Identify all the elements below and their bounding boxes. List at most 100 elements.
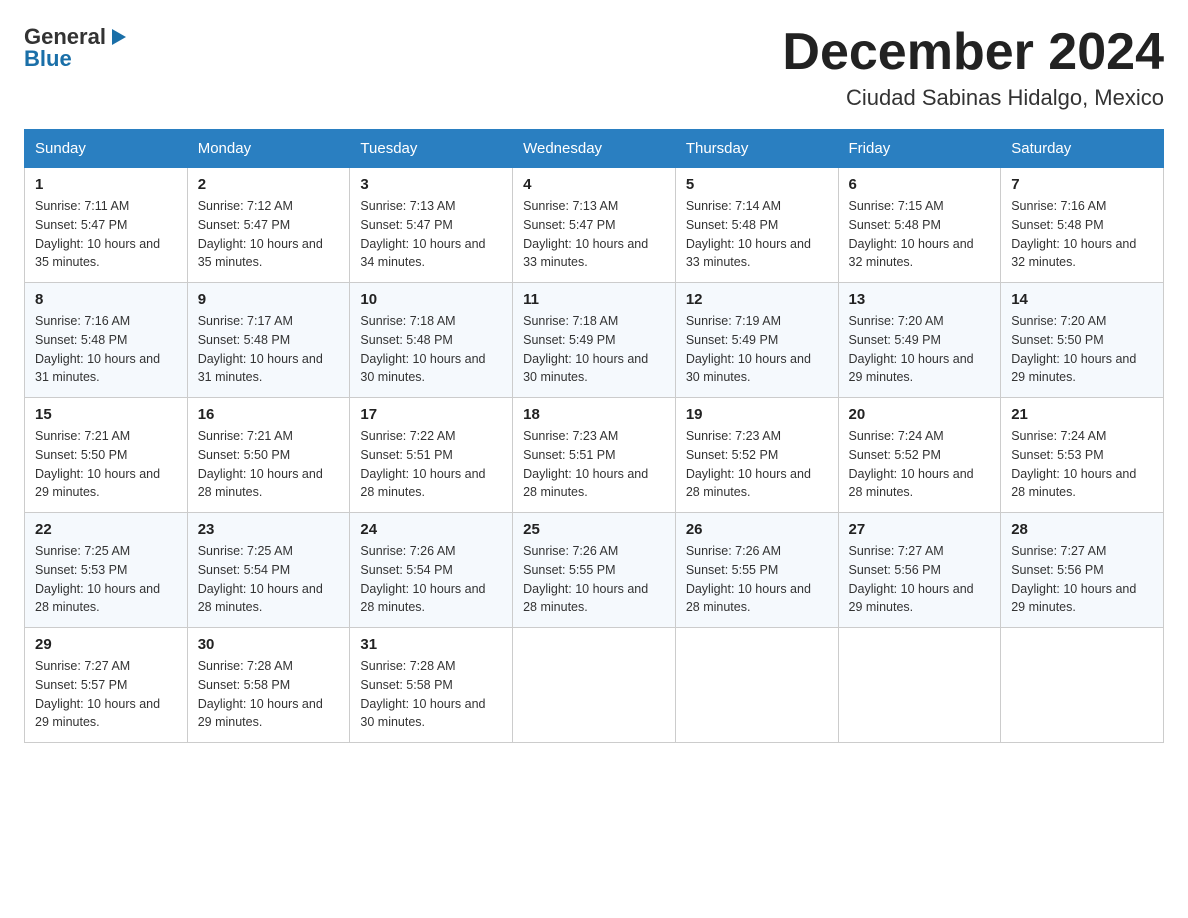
calendar-cell: 27Sunrise: 7:27 AMSunset: 5:56 PMDayligh… [838,513,1001,628]
day-info: Sunrise: 7:19 AMSunset: 5:49 PMDaylight:… [686,312,828,387]
day-info: Sunrise: 7:23 AMSunset: 5:51 PMDaylight:… [523,427,665,502]
day-info: Sunrise: 7:12 AMSunset: 5:47 PMDaylight:… [198,197,340,272]
day-number: 18 [523,406,665,423]
logo-blue: Blue [24,46,72,72]
day-number: 31 [360,636,502,653]
calendar-cell: 8 Sunrise: 7:16 AMSunset: 5:48 PMDaylight… [25,283,188,398]
calendar-cell: 13 Sunrise: 7:20 AMSunset: 5:49 PMDayligh… [838,283,1001,398]
calendar-cell: 25 Sunrise: 7:26 AMSunset: 5:55 PMDayligh… [513,513,676,628]
day-number: 16 [198,406,340,423]
month-title: December 2024 [782,24,1164,81]
day-number: 24 [360,521,502,538]
calendar-cell: 29 Sunrise: 7:27 AMSunset: 5:57 PMDayligh… [25,628,188,743]
title-area: December 2024 Ciudad Sabinas Hidalgo, Me… [782,24,1164,111]
day-info: Sunrise: 7:26 AMSunset: 5:55 PMDaylight:… [523,542,665,617]
col-header-thursday: Thursday [675,130,838,168]
calendar-cell: 1Sunrise: 7:11 AMSunset: 5:47 PMDaylight… [25,168,188,283]
day-number: 25 [523,521,665,538]
calendar-cell [513,628,676,743]
day-number: 23 [198,521,340,538]
calendar-cell: 11Sunrise: 7:18 AMSunset: 5:49 PMDayligh… [513,283,676,398]
day-number: 20 [849,406,991,423]
calendar-cell: 23 Sunrise: 7:25 AMSunset: 5:54 PMDayligh… [187,513,350,628]
calendar-cell: 7Sunrise: 7:16 AMSunset: 5:48 PMDaylight… [1001,168,1164,283]
day-info: Sunrise: 7:14 AMSunset: 5:48 PMDaylight:… [686,197,828,272]
day-number: 1 [35,176,177,193]
calendar-cell [1001,628,1164,743]
col-header-saturday: Saturday [1001,130,1164,168]
calendar-cell: 28 Sunrise: 7:27 AMSunset: 5:56 PMDayligh… [1001,513,1164,628]
day-info: Sunrise: 7:26 AMSunset: 5:55 PMDaylight:… [686,542,828,617]
calendar-cell: 4Sunrise: 7:13 AMSunset: 5:47 PMDaylight… [513,168,676,283]
day-info: Sunrise: 7:18 AMSunset: 5:49 PMDaylight:… [523,312,665,387]
day-number: 3 [360,176,502,193]
calendar-cell: 26 Sunrise: 7:26 AMSunset: 5:55 PMDayligh… [675,513,838,628]
calendar-week-row: 22 Sunrise: 7:25 AMSunset: 5:53 PMDayligh… [25,513,1164,628]
day-info: Sunrise: 7:13 AMSunset: 5:47 PMDaylight:… [523,197,665,272]
day-info: Sunrise: 7:26 AMSunset: 5:54 PMDaylight:… [360,542,502,617]
day-number: 13 [849,291,991,308]
day-number: 15 [35,406,177,423]
day-info: Sunrise: 7:20 AMSunset: 5:50 PMDaylight:… [1011,312,1153,387]
day-info: Sunrise: 7:24 AMSunset: 5:52 PMDaylight:… [849,427,991,502]
day-info: Sunrise: 7:25 AMSunset: 5:53 PMDaylight:… [35,542,177,617]
day-number: 17 [360,406,502,423]
calendar-cell: 30Sunrise: 7:28 AMSunset: 5:58 PMDayligh… [187,628,350,743]
day-number: 14 [1011,291,1153,308]
day-info: Sunrise: 7:22 AMSunset: 5:51 PMDaylight:… [360,427,502,502]
calendar-cell: 9 Sunrise: 7:17 AMSunset: 5:48 PMDaylight… [187,283,350,398]
day-number: 12 [686,291,828,308]
day-number: 22 [35,521,177,538]
calendar-cell: 21 Sunrise: 7:24 AMSunset: 5:53 PMDayligh… [1001,398,1164,513]
calendar-cell: 31 Sunrise: 7:28 AMSunset: 5:58 PMDayligh… [350,628,513,743]
day-info: Sunrise: 7:28 AMSunset: 5:58 PMDaylight:… [360,657,502,732]
calendar-cell: 19 Sunrise: 7:23 AMSunset: 5:52 PMDayligh… [675,398,838,513]
day-info: Sunrise: 7:13 AMSunset: 5:47 PMDaylight:… [360,197,502,272]
col-header-friday: Friday [838,130,1001,168]
day-info: Sunrise: 7:24 AMSunset: 5:53 PMDaylight:… [1011,427,1153,502]
calendar-cell: 16Sunrise: 7:21 AMSunset: 5:50 PMDayligh… [187,398,350,513]
day-number: 7 [1011,176,1153,193]
calendar-cell [838,628,1001,743]
day-info: Sunrise: 7:15 AMSunset: 5:48 PMDaylight:… [849,197,991,272]
calendar-header-row: SundayMondayTuesdayWednesdayThursdayFrid… [25,130,1164,168]
calendar-cell: 5 Sunrise: 7:14 AMSunset: 5:48 PMDaylight… [675,168,838,283]
day-info: Sunrise: 7:20 AMSunset: 5:49 PMDaylight:… [849,312,991,387]
day-info: Sunrise: 7:27 AMSunset: 5:56 PMDaylight:… [849,542,991,617]
day-info: Sunrise: 7:27 AMSunset: 5:57 PMDaylight:… [35,657,177,732]
day-info: Sunrise: 7:25 AMSunset: 5:54 PMDaylight:… [198,542,340,617]
day-number: 26 [686,521,828,538]
calendar-table: SundayMondayTuesdayWednesdayThursdayFrid… [24,129,1164,743]
calendar-cell: 2Sunrise: 7:12 AMSunset: 5:47 PMDaylight… [187,168,350,283]
day-info: Sunrise: 7:16 AMSunset: 5:48 PMDaylight:… [35,312,177,387]
day-number: 5 [686,176,828,193]
col-header-sunday: Sunday [25,130,188,168]
calendar-week-row: 29 Sunrise: 7:27 AMSunset: 5:57 PMDayligh… [25,628,1164,743]
calendar-cell: 10 Sunrise: 7:18 AMSunset: 5:48 PMDayligh… [350,283,513,398]
calendar-week-row: 8 Sunrise: 7:16 AMSunset: 5:48 PMDaylight… [25,283,1164,398]
calendar-cell: 17 Sunrise: 7:22 AMSunset: 5:51 PMDayligh… [350,398,513,513]
calendar-week-row: 1Sunrise: 7:11 AMSunset: 5:47 PMDaylight… [25,168,1164,283]
calendar-cell: 6 Sunrise: 7:15 AMSunset: 5:48 PMDaylight… [838,168,1001,283]
day-info: Sunrise: 7:18 AMSunset: 5:48 PMDaylight:… [360,312,502,387]
col-header-tuesday: Tuesday [350,130,513,168]
day-number: 19 [686,406,828,423]
day-number: 29 [35,636,177,653]
day-info: Sunrise: 7:21 AMSunset: 5:50 PMDaylight:… [35,427,177,502]
day-number: 10 [360,291,502,308]
day-info: Sunrise: 7:27 AMSunset: 5:56 PMDaylight:… [1011,542,1153,617]
day-number: 9 [198,291,340,308]
logo: General Blue [24,24,130,72]
calendar-cell: 15 Sunrise: 7:21 AMSunset: 5:50 PMDayligh… [25,398,188,513]
day-number: 28 [1011,521,1153,538]
day-number: 21 [1011,406,1153,423]
day-info: Sunrise: 7:17 AMSunset: 5:48 PMDaylight:… [198,312,340,387]
day-number: 6 [849,176,991,193]
day-info: Sunrise: 7:23 AMSunset: 5:52 PMDaylight:… [686,427,828,502]
calendar-cell [675,628,838,743]
day-number: 8 [35,291,177,308]
calendar-cell: 20 Sunrise: 7:24 AMSunset: 5:52 PMDayligh… [838,398,1001,513]
logo-arrow-icon [108,26,130,48]
calendar-cell: 14 Sunrise: 7:20 AMSunset: 5:50 PMDayligh… [1001,283,1164,398]
col-header-monday: Monday [187,130,350,168]
